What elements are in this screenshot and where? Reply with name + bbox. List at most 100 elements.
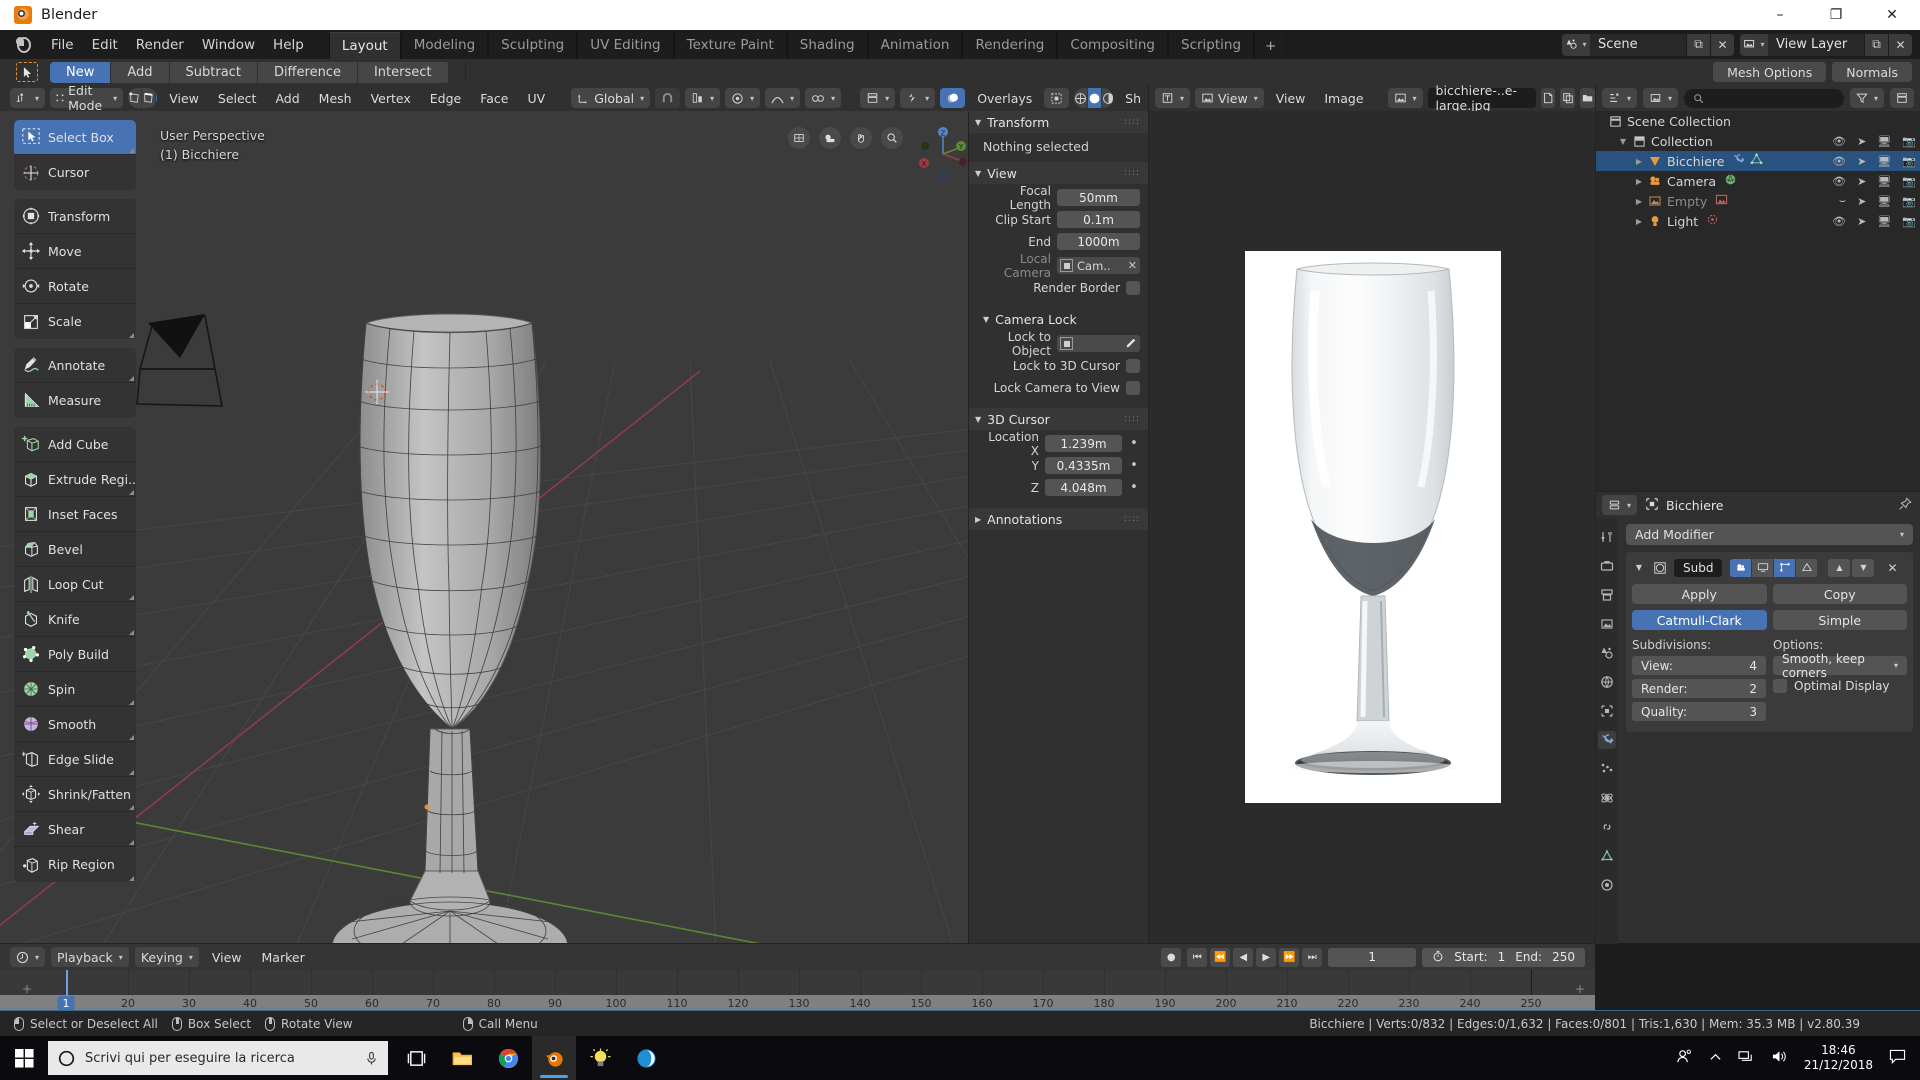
image-menu-view[interactable]: View xyxy=(1269,88,1313,108)
cursor-y-field[interactable]: 0.4335m xyxy=(1045,457,1122,474)
tool-tab[interactable] xyxy=(1598,528,1616,546)
snap-magnet-icon[interactable] xyxy=(655,88,681,108)
open-image-button[interactable] xyxy=(1580,88,1595,108)
image-data-icon[interactable] xyxy=(1715,193,1728,209)
timeline-ruler[interactable]: 10 20 30 40 50 60 70 80 90 100 110 120 1… xyxy=(0,970,1595,1011)
tool-edge-slide[interactable]: Edge Slide xyxy=(14,742,136,777)
jump-to-start-button[interactable]: ⏮ xyxy=(1187,947,1208,967)
chevron-right-icon[interactable]: ▶ xyxy=(1632,177,1646,186)
timeline-menu-marker[interactable]: Marker xyxy=(255,947,312,967)
shading-dropdown-label[interactable]: Sh xyxy=(1118,88,1148,108)
data-tab[interactable] xyxy=(1598,847,1616,865)
tool-add-cube[interactable]: Add Cube xyxy=(14,427,136,462)
tool-expand-corner[interactable] xyxy=(129,490,134,495)
blender-logo-icon[interactable] xyxy=(14,35,34,55)
tool-select-box[interactable]: Select Box xyxy=(14,120,136,155)
lock-to-3d-cursor-checkbox[interactable] xyxy=(1126,358,1140,373)
camera-data-icon[interactable] xyxy=(1724,173,1737,189)
close-button[interactable]: ✕ xyxy=(1864,0,1920,30)
boolean-intersect-button[interactable]: Intersect xyxy=(357,61,449,83)
render-tab[interactable] xyxy=(1598,557,1616,575)
output-tab[interactable] xyxy=(1598,586,1616,604)
pivot-point-selector[interactable]: ▾ xyxy=(725,88,761,108)
light-data-icon[interactable] xyxy=(1706,213,1719,229)
play-button[interactable]: ▶ xyxy=(1256,947,1277,967)
viewport-menu-uv[interactable]: UV xyxy=(521,88,553,108)
outliner-row-light[interactable]: ▶ Light 👁 ➤ 🖥 📷 xyxy=(1596,211,1920,231)
optimal-display-checkbox[interactable] xyxy=(1773,679,1787,693)
overlays-toggle[interactable] xyxy=(940,88,966,108)
tool-expand-corner[interactable] xyxy=(129,148,134,153)
tool-smooth[interactable]: Smooth xyxy=(14,707,136,742)
catmull-clark-button[interactable]: Catmull-Clark xyxy=(1632,610,1767,630)
move-modifier-up-button[interactable]: ▲ xyxy=(1828,558,1851,577)
scene-selector[interactable]: ▾ Scene ⧉ ✕ xyxy=(1562,33,1734,56)
monitor-icon[interactable]: 🖥 xyxy=(1877,175,1891,188)
add-workspace-button[interactable]: + xyxy=(1254,32,1288,59)
viewport-menu-mesh[interactable]: Mesh xyxy=(312,88,359,108)
render-border-checkbox[interactable] xyxy=(1126,280,1140,295)
keying-menu[interactable]: Keying ▾ xyxy=(134,947,199,967)
pan-view-icon[interactable] xyxy=(850,127,872,149)
outliner-filter-button[interactable]: ▾ xyxy=(1849,88,1884,108)
constraints-tab[interactable] xyxy=(1598,818,1616,836)
chevron-down-icon[interactable]: ▼ xyxy=(1616,137,1630,146)
tool-expand-corner[interactable] xyxy=(129,376,134,381)
copy-modifier-button[interactable]: Copy xyxy=(1772,584,1907,604)
outliner-search-input[interactable] xyxy=(1684,88,1844,108)
jump-to-end-button[interactable]: ⏭ xyxy=(1302,947,1323,967)
panel-3d-cursor-header[interactable]: ▼ 3D Cursor :::: xyxy=(969,408,1148,430)
boolean-subtract-button[interactable]: Subtract xyxy=(169,61,258,83)
panel-view-header[interactable]: ▼ View :::: xyxy=(969,162,1148,184)
eye-closed-icon[interactable]: ⌣ xyxy=(1839,194,1846,208)
shading-material-button[interactable] xyxy=(1102,88,1114,108)
play-reverse-button[interactable]: ◀ xyxy=(1233,947,1254,967)
overlays-label[interactable]: Overlays xyxy=(970,88,1039,108)
clip-end-field[interactable]: 1000m xyxy=(1057,233,1140,250)
maximize-button[interactable]: ❐ xyxy=(1808,0,1864,30)
camera-icon[interactable]: 📷 xyxy=(1902,195,1916,208)
menu-help[interactable]: Help xyxy=(264,33,313,57)
new-scene-button[interactable]: ⧉ xyxy=(1686,33,1710,56)
show-overlays-dropdown[interactable]: ▾ xyxy=(900,88,936,108)
rewind-button[interactable]: ⏪ xyxy=(1210,947,1231,967)
face-select-mode-button[interactable] xyxy=(156,88,158,108)
people-icon[interactable] xyxy=(1676,1048,1693,1069)
camera-icon[interactable]: 📷 xyxy=(1902,155,1916,168)
eye-icon[interactable]: 👁 xyxy=(1832,215,1846,228)
tool-shear[interactable]: Shear xyxy=(14,812,136,847)
chevron-right-icon[interactable]: ▶ xyxy=(1632,157,1646,166)
boolean-new-button[interactable]: New xyxy=(50,61,112,83)
physics-tab[interactable] xyxy=(1598,789,1616,807)
eye-icon[interactable]: 👁 xyxy=(1832,135,1846,148)
tool-expand-corner[interactable] xyxy=(129,333,134,338)
tab-scripting[interactable]: Scripting xyxy=(1168,32,1255,59)
playback-menu[interactable]: Playback ▾ xyxy=(51,947,129,967)
editor-type-selector[interactable]: ▾ xyxy=(10,88,46,108)
zoom-view-icon[interactable] xyxy=(881,127,903,149)
cursor-arrow-icon[interactable]: ➤ xyxy=(1857,175,1866,188)
tab-sculpting[interactable]: Sculpting xyxy=(488,32,578,59)
viewport-menu-edge[interactable]: Edge xyxy=(423,88,468,108)
boolean-difference-button[interactable]: Difference xyxy=(257,61,358,83)
viewport-menu-face[interactable]: Face xyxy=(473,88,515,108)
outliner-row-collection[interactable]: ▼ Collection 👁 ➤ 🖥 📷 xyxy=(1596,131,1920,151)
properties-editor-type-selector[interactable]: ▾ xyxy=(1602,495,1638,515)
proportional-editing-falloff[interactable]: ▾ xyxy=(765,88,801,108)
frame-range-fields[interactable]: Start: 1 End: 250 xyxy=(1422,947,1585,967)
blender-icon[interactable] xyxy=(532,1036,576,1080)
minimize-button[interactable]: – xyxy=(1752,0,1808,30)
render-toggle[interactable] xyxy=(1730,558,1753,577)
particles-tab[interactable] xyxy=(1598,760,1616,778)
tool-scale[interactable]: Scale xyxy=(14,304,136,339)
tab-layout[interactable]: Layout xyxy=(328,32,401,59)
blender-alt-icon[interactable] xyxy=(578,1036,622,1080)
tool-bevel[interactable]: Bevel xyxy=(14,532,136,567)
remove-modifier-button[interactable]: ✕ xyxy=(1882,559,1902,577)
transform-orientation-selector[interactable]: Global ▾ xyxy=(571,88,651,108)
eye-icon[interactable]: 👁 xyxy=(1832,155,1846,168)
chevron-right-icon[interactable]: ▶ xyxy=(1632,217,1646,226)
image-editor-canvas[interactable] xyxy=(1149,111,1596,943)
timeline-menu-view[interactable]: View xyxy=(205,947,249,967)
navigation-gizmo[interactable]: Z X Y xyxy=(913,124,973,184)
